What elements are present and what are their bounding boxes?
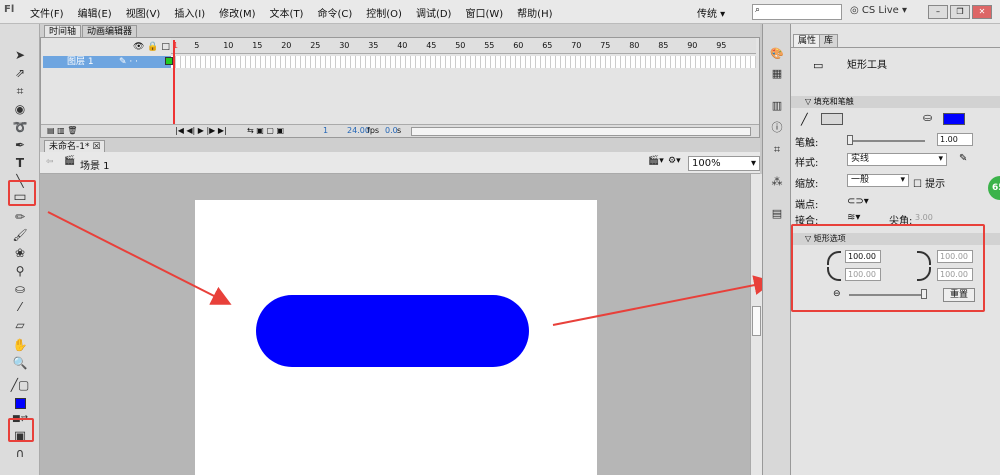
transform-icon[interactable]: ⌗ — [769, 142, 785, 158]
color-icon[interactable]: 🎨 — [769, 46, 785, 62]
rect-options-highlight — [791, 224, 985, 312]
stroke-slider[interactable] — [849, 140, 925, 142]
tab-properties[interactable]: 属性 — [793, 34, 822, 47]
properties-panel: 属性 库 ▭ 矩形工具 ▽ 填充和笔触 ╱ ⛀ 笔触: 1.00 样式: 实线 ▾… — [790, 24, 1000, 475]
swatches-icon[interactable]: ▦ — [769, 66, 785, 82]
rectangle-tool-icon-small: ▭ — [813, 59, 824, 72]
tab-divider — [791, 47, 1000, 48]
tool-name: 矩形工具 — [847, 60, 887, 71]
join-select[interactable]: ≋▾ — [847, 212, 860, 223]
scale-select[interactable]: 一般 ▾ — [847, 174, 909, 187]
arrow-to-rect-options — [552, 275, 774, 326]
components-icon[interactable]: ⁂ — [769, 174, 785, 190]
cap-label: 端点: — [795, 200, 819, 211]
edit-stroke-style-icon[interactable]: ✎ — [959, 153, 967, 164]
hint-checkbox[interactable]: ☐ 提示 — [913, 175, 945, 190]
scale-label: 缩放: — [795, 179, 819, 190]
arrow-to-shape — [47, 211, 232, 305]
tab-library[interactable]: 库 — [819, 34, 839, 47]
stroke-slider-knob[interactable] — [847, 135, 853, 145]
stroke-label: 笔触: — [795, 138, 819, 149]
cap-select[interactable]: ⊂⊃▾ — [847, 196, 869, 207]
style-select[interactable]: 实线 ▾ — [847, 153, 947, 166]
motion-presets-icon[interactable]: ▤ — [769, 206, 785, 222]
fill-color-swatch[interactable] — [943, 113, 965, 125]
stroke-pencil-icon: ╱ — [801, 113, 808, 126]
stroke-input[interactable]: 1.00 — [937, 133, 973, 146]
panel-icon-strip: 🎨 ▦ ▥ ⓘ ⌗ ⁂ ▤ — [762, 24, 790, 475]
miter-value[interactable]: 3.00 — [915, 213, 933, 222]
info-icon[interactable]: ⓘ — [769, 120, 785, 136]
fill-stroke-section[interactable]: ▽ 填充和笔触 — [791, 96, 1000, 108]
align-icon[interactable]: ▥ — [769, 98, 785, 114]
fill-bucket-icon: ⛀ — [923, 111, 933, 124]
stroke-color-swatch[interactable] — [821, 113, 843, 125]
style-label: 样式: — [795, 158, 819, 169]
